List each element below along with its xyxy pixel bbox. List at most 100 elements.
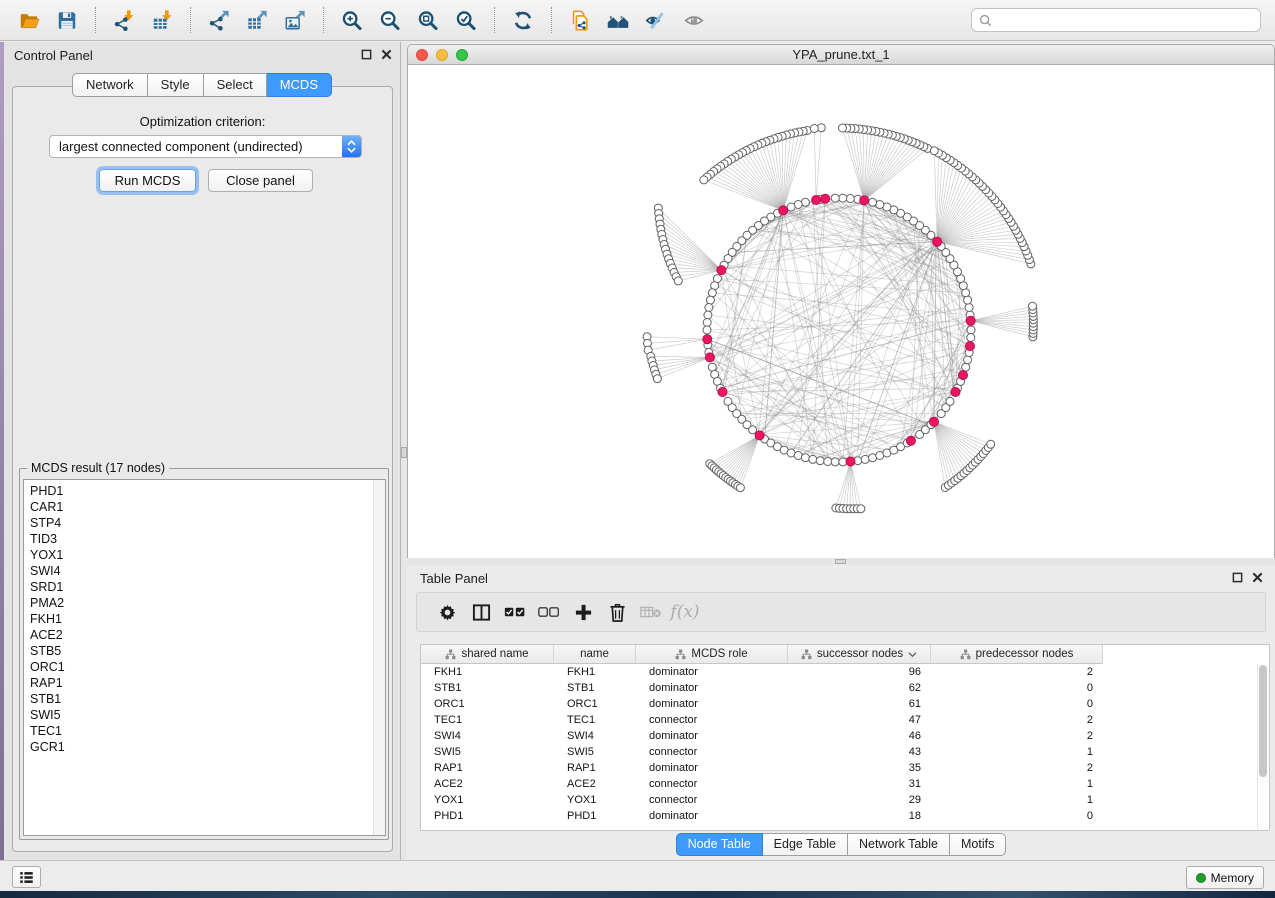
export-network-button[interactable] <box>202 4 236 36</box>
graph-dominator-node[interactable] <box>705 353 714 362</box>
graph-dominator-node[interactable] <box>755 431 764 440</box>
column-header-successor-nodes[interactable]: successor nodes <box>788 645 931 664</box>
graph-node[interactable] <box>967 326 975 334</box>
open-file-button[interactable] <box>12 4 46 36</box>
graph-dominator-node[interactable] <box>779 206 788 215</box>
tab-node-table[interactable]: Node Table <box>676 833 763 856</box>
close-panel-icon[interactable] <box>1252 572 1263 583</box>
show-all-button[interactable] <box>677 4 711 36</box>
table-row[interactable]: ACE2ACE2connector311 <box>421 776 1269 792</box>
graph-node[interactable] <box>857 505 865 513</box>
table-row[interactable]: YOX1YOX1connector291 <box>421 792 1269 808</box>
column-header-name[interactable]: name <box>554 645 636 664</box>
graph-node[interactable] <box>962 363 970 371</box>
graph-dominator-node[interactable] <box>717 266 726 275</box>
mcds-result-item[interactable]: ACE2 <box>24 627 373 643</box>
mcds-result-item[interactable]: SWI4 <box>24 563 373 579</box>
mcds-result-item[interactable]: GCR1 <box>24 739 373 755</box>
table-row[interactable]: STB1STB1dominator620 <box>421 680 1269 696</box>
mcds-result-item[interactable]: PHD1 <box>24 483 373 499</box>
first-neighbors-button[interactable] <box>601 4 635 36</box>
graph-dominator-node[interactable] <box>951 387 960 396</box>
graph-node[interactable] <box>946 397 954 405</box>
mcds-result-item[interactable]: ORC1 <box>24 659 373 675</box>
graph-node[interactable] <box>708 289 716 297</box>
mcds-result-item[interactable]: TID3 <box>24 531 373 547</box>
search-field[interactable] <box>971 8 1261 32</box>
graph-node[interactable] <box>674 277 682 285</box>
table-row[interactable]: FKH1FKH1dominator962 <box>421 664 1269 680</box>
graph-dominator-node[interactable] <box>846 457 855 466</box>
graph-node[interactable] <box>706 296 714 304</box>
tab-mcds[interactable]: MCDS <box>267 73 332 97</box>
graph-dominator-node[interactable] <box>718 387 727 396</box>
table-vertical-scrollbar[interactable] <box>1257 665 1268 830</box>
graph-node[interactable] <box>930 147 938 155</box>
graph-node[interactable] <box>846 195 854 203</box>
graph-node[interactable] <box>787 203 795 211</box>
graph-dominator-node[interactable] <box>965 342 974 351</box>
import-table-button[interactable] <box>145 4 179 36</box>
tab-motifs[interactable]: Motifs <box>950 833 1006 856</box>
float-panel-icon[interactable] <box>1232 572 1243 583</box>
function-builder-button[interactable]: f(x) <box>668 597 702 627</box>
graph-node[interactable] <box>700 176 708 184</box>
mcds-result-item[interactable]: YOX1 <box>24 547 373 563</box>
tab-edge-table[interactable]: Edge Table <box>763 833 848 856</box>
graph-dominator-node[interactable] <box>703 335 712 344</box>
graph-dominator-node[interactable] <box>933 237 942 246</box>
search-input[interactable] <box>997 12 1253 28</box>
graph-node[interactable] <box>987 440 995 448</box>
table-row[interactable]: PHD1PHD1dominator180 <box>421 808 1269 824</box>
hide-selected-button[interactable] <box>639 4 673 36</box>
tab-network[interactable]: Network <box>72 73 148 97</box>
clone-network-button[interactable] <box>563 4 597 36</box>
network-window-titlebar[interactable]: YPA_prune.txt_1 <box>407 44 1275 65</box>
float-panel-icon[interactable] <box>361 49 372 60</box>
mcds-result-item[interactable]: FKH1 <box>24 611 373 627</box>
add-column-button[interactable] <box>566 597 600 627</box>
network-graph[interactable] <box>408 65 1274 557</box>
table-row[interactable]: SWI5SWI5connector431 <box>421 744 1269 760</box>
zoom-out-button[interactable] <box>373 4 407 36</box>
zoom-in-button[interactable] <box>335 4 369 36</box>
tab-select[interactable]: Select <box>204 73 267 97</box>
column-header-MCDS-role[interactable]: MCDS role <box>636 645 788 664</box>
zoom-selected-button[interactable] <box>449 4 483 36</box>
splitter-grip[interactable] <box>835 559 846 564</box>
table-row[interactable]: ORC1ORC1dominator610 <box>421 696 1269 712</box>
graph-dominator-node[interactable] <box>906 436 915 445</box>
optimization-criterion-select[interactable]: largest connected component (undirected) <box>49 135 362 158</box>
graph-node[interactable] <box>965 304 973 312</box>
graph-node[interactable] <box>653 375 661 383</box>
import-network-button[interactable] <box>107 4 141 36</box>
graph-node[interactable] <box>839 194 847 202</box>
column-header-predecessor-nodes[interactable]: predecessor nodes <box>931 645 1103 664</box>
mcds-result-item[interactable]: STP4 <box>24 515 373 531</box>
task-history-button[interactable] <box>12 866 41 888</box>
graph-dominator-node[interactable] <box>860 196 869 205</box>
select-all-button[interactable] <box>498 597 532 627</box>
graph-node[interactable] <box>801 454 809 462</box>
mcds-result-list[interactable]: PHD1CAR1STP4TID3YOX1SWI4SRD1PMA2FKH1ACE2… <box>23 479 386 836</box>
graph-node[interactable] <box>749 426 757 434</box>
mcds-result-item[interactable]: STB5 <box>24 643 373 659</box>
graph-node[interactable] <box>1029 302 1037 310</box>
graph-node[interactable] <box>703 319 711 327</box>
tab-network-table[interactable]: Network Table <box>848 833 950 856</box>
mcds-result-item[interactable]: STB1 <box>24 691 373 707</box>
column-header-shared-name[interactable]: shared name <box>421 645 554 664</box>
show-columns-button[interactable] <box>464 597 498 627</box>
graph-node[interactable] <box>809 455 817 463</box>
mcds-result-item[interactable]: RAP1 <box>24 675 373 691</box>
mcds-result-item[interactable]: PMA2 <box>24 595 373 611</box>
mcds-list-scrollbar[interactable] <box>373 480 385 835</box>
graph-dominator-node[interactable] <box>958 371 967 380</box>
unselect-all-button[interactable] <box>532 597 566 627</box>
memory-button[interactable]: Memory <box>1186 866 1264 889</box>
graph-node[interactable] <box>816 457 824 465</box>
export-image-button[interactable] <box>278 4 312 36</box>
mcds-result-item[interactable]: CAR1 <box>24 499 373 515</box>
table-row[interactable]: SWI4SWI4dominator462 <box>421 728 1269 744</box>
network-canvas[interactable] <box>407 65 1275 558</box>
